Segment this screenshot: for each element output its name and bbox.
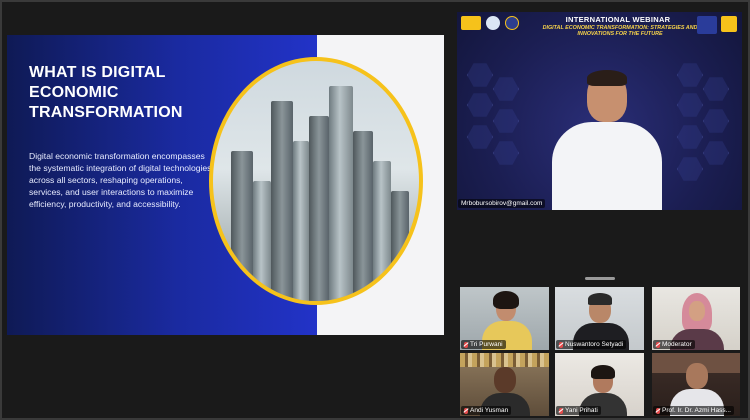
- participant-name: Andi Yusman: [470, 407, 509, 414]
- participant-tile[interactable]: Prof. Ir. Dr. Azmi Hass...: [652, 353, 740, 416]
- participant-name: Nuswantoro Setyadi: [565, 341, 624, 348]
- participant-name: Yani Prihati: [565, 407, 598, 414]
- emblem-icon: [486, 16, 500, 30]
- participant-name: Moderator: [662, 341, 692, 348]
- kampus-merdeka-logo-icon: [697, 16, 717, 34]
- participant-tile[interactable]: Yani Prihati: [555, 353, 644, 416]
- slide-body-text: Digital economic transformation encompas…: [29, 151, 212, 209]
- muted-mic-icon: [464, 341, 468, 348]
- muted-mic-icon: [464, 407, 468, 414]
- meeting-window: WHAT IS DIGITAL ECONOMIC TRANSFORMATION …: [0, 0, 750, 420]
- partner-logo-icon: [721, 16, 737, 32]
- seal-icon: [505, 16, 519, 30]
- participant-name: Prof. Ir. Dr. Azmi Hass...: [662, 407, 731, 414]
- muted-mic-icon: [559, 407, 563, 414]
- participant-tile[interactable]: Nuswantoro Setyadi: [555, 287, 644, 350]
- skyline-image: [209, 57, 423, 305]
- speaker-name-tag: Mrbobursobirov@gmail.com: [458, 199, 546, 208]
- participant-tile[interactable]: Tri Purwani: [460, 287, 549, 350]
- participant-tile[interactable]: Andi Yusman: [460, 353, 549, 416]
- muted-mic-icon: [559, 341, 563, 348]
- panel-resize-handle[interactable]: [585, 277, 615, 280]
- webinar-subtitle: DIGITAL ECONOMIC TRANSFORMATION: STRATEG…: [542, 25, 698, 37]
- webinar-banner: INTERNATIONAL WEBINAR DIGITAL ECONOMIC T…: [457, 12, 742, 48]
- participant-tile[interactable]: Moderator: [652, 287, 740, 350]
- webinar-title: INTERNATIONAL WEBINAR: [565, 15, 671, 24]
- slide-heading: WHAT IS DIGITAL ECONOMIC TRANSFORMATION: [29, 64, 183, 121]
- muted-mic-icon: [656, 407, 660, 414]
- speaker-video[interactable]: INTERNATIONAL WEBINAR DIGITAL ECONOMIC T…: [457, 12, 742, 210]
- participant-name: Tri Purwani: [470, 341, 503, 348]
- speaker-person: [547, 70, 667, 210]
- logo-icon: [461, 16, 481, 30]
- shared-slide: WHAT IS DIGITAL ECONOMIC TRANSFORMATION …: [7, 35, 444, 335]
- muted-mic-icon: [656, 341, 660, 348]
